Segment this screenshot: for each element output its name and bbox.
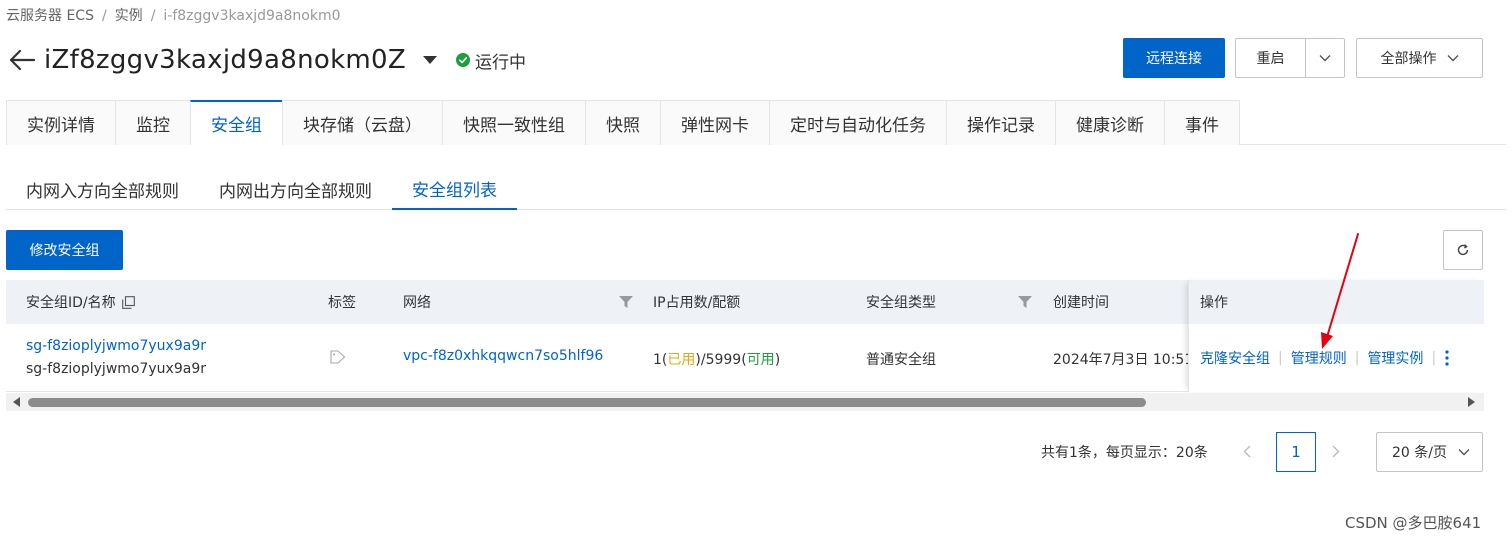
status-text: 运行中	[475, 52, 527, 73]
breadcrumb-item-ecs[interactable]: 云服务器 ECS	[6, 8, 94, 24]
subtab-security-group-list[interactable]: 安全组列表	[392, 168, 517, 210]
subtab-inbound-rules[interactable]: 内网入方向全部规则	[6, 168, 199, 210]
ip-quota-cell: 1(已用)/5999(可用)	[653, 352, 781, 368]
page-number-button[interactable]: 1	[1276, 432, 1316, 472]
network-filter-icon[interactable]	[619, 280, 633, 324]
chevron-left-icon[interactable]	[1236, 440, 1258, 462]
column-header-created: 创建时间	[1053, 295, 1109, 311]
title-row: iZf8zggv3kaxjd9a8nokm0Z 运行中	[6, 38, 526, 82]
column-header-tags: 标签	[328, 295, 356, 311]
tab-health-diagnosis[interactable]: 健康诊断	[1055, 100, 1165, 145]
tab-elastic-nics[interactable]: 弹性网卡	[660, 100, 770, 145]
ip-quota-count: 5999	[705, 352, 742, 368]
column-header-ip-quota: IP占用数/配额	[653, 295, 741, 311]
pagination-summary: 共有1条，每页显示：20条	[1041, 445, 1208, 461]
security-group-table: 安全组ID/名称 标签 网络 IP占用数/配额 安全组类型 创建时间 操作 sg…	[6, 280, 1484, 392]
scrollbar-thumb[interactable]	[28, 398, 1146, 407]
security-subtabs: 内网入方向全部规则 内网出方向全部规则 安全组列表	[6, 168, 1506, 210]
all-operations-label: 全部操作	[1380, 51, 1437, 67]
refresh-button[interactable]	[1443, 230, 1483, 270]
breadcrumb-separator: /	[101, 8, 107, 24]
all-operations-button[interactable]: 全部操作	[1356, 38, 1483, 78]
tab-snapshots[interactable]: 快照	[585, 100, 661, 145]
table-row: sg-f8zioplyjwmo7yux9a9r sg-f8zioplyjwmo7…	[6, 324, 1484, 392]
tag-icon[interactable]	[330, 350, 346, 368]
security-group-type: 普通安全组	[866, 352, 936, 368]
clone-security-group-link[interactable]: 克隆安全组	[1200, 348, 1270, 368]
tab-events[interactable]: 事件	[1164, 100, 1240, 145]
column-header-operations: 操作	[1188, 280, 1484, 324]
modify-security-group-button[interactable]: 修改安全组	[6, 230, 123, 270]
column-header-id-name: 安全组ID/名称	[26, 280, 135, 324]
tab-instance-details[interactable]: 实例详情	[6, 100, 116, 145]
refresh-icon	[1457, 244, 1469, 256]
ip-used-label: 已用	[667, 352, 696, 368]
check-circle-icon	[456, 53, 471, 67]
scroll-left-icon[interactable]	[12, 397, 22, 407]
manage-instances-link[interactable]: 管理实例	[1367, 348, 1423, 368]
column-header-label: 安全组ID/名称	[26, 295, 116, 311]
table-header: 安全组ID/名称 标签 网络 IP占用数/配额 安全组类型 创建时间 操作	[6, 280, 1484, 324]
page-title: iZf8zggv3kaxjd9a8nokm0Z	[44, 45, 407, 75]
column-header-type: 安全组类型	[866, 295, 936, 311]
more-actions-icon[interactable]	[1444, 350, 1450, 366]
breadcrumb-item-instances[interactable]: 实例	[115, 8, 143, 24]
tab-block-storage[interactable]: 块存储（云盘）	[282, 100, 443, 145]
subtab-outbound-rules[interactable]: 内网出方向全部规则	[199, 168, 392, 210]
ip-available-label: 可用	[746, 352, 775, 368]
tab-snapshot-consistency-groups[interactable]: 快照一致性组	[442, 100, 586, 145]
type-filter-icon[interactable]	[1018, 280, 1032, 324]
remote-connect-button[interactable]: 远程连接	[1123, 38, 1225, 78]
copy-icon[interactable]	[121, 295, 135, 309]
created-time: 2024年7月3日 10:51:	[1053, 352, 1188, 368]
chevron-right-icon[interactable]	[1325, 440, 1347, 462]
breadcrumb-item-current: i-f8zggv3kaxjd9a8nokm0	[163, 8, 341, 24]
tab-scheduled-tasks[interactable]: 定时与自动化任务	[769, 100, 947, 145]
column-header-network: 网络	[403, 295, 431, 311]
back-arrow-icon[interactable]	[6, 44, 38, 76]
scroll-right-icon[interactable]	[1466, 397, 1476, 407]
ip-used-count: 1	[653, 352, 662, 368]
instance-tabs: 实例详情 监控 安全组 块存储（云盘） 快照一致性组 快照 弹性网卡 定时与自动…	[6, 100, 1506, 145]
chevron-down-icon	[1458, 449, 1470, 456]
chevron-down-icon	[1319, 55, 1331, 62]
watermark: CSDN @多巴胺641	[1345, 514, 1482, 532]
restart-button[interactable]: 重启	[1235, 38, 1306, 78]
status-badge: 运行中	[456, 48, 526, 73]
restart-dropdown-button[interactable]	[1305, 38, 1345, 78]
page-size-select[interactable]: 20 条/页	[1376, 432, 1483, 472]
security-group-name: sg-f8zioplyjwmo7yux9a9r	[26, 361, 206, 377]
security-group-id-link[interactable]: sg-f8zioplyjwmo7yux9a9r	[26, 338, 206, 354]
chevron-down-icon	[1447, 55, 1458, 62]
tab-operation-logs[interactable]: 操作记录	[946, 100, 1056, 145]
vpc-link[interactable]: vpc-f8z0xhkqqwcn7so5hlf96	[403, 348, 603, 364]
tab-security-groups[interactable]: 安全组	[190, 100, 283, 145]
operations-cell: 克隆安全组 | 管理规则 | 管理实例 |	[1188, 324, 1484, 392]
breadcrumb-separator: /	[150, 8, 156, 24]
tab-monitoring[interactable]: 监控	[115, 100, 191, 145]
caret-down-icon[interactable]	[420, 50, 440, 70]
horizontal-scrollbar[interactable]	[6, 393, 1484, 411]
page-size-value: 20 条/页	[1392, 445, 1447, 461]
manage-rules-link[interactable]: 管理规则	[1291, 348, 1347, 368]
breadcrumb: 云服务器 ECS / 实例 / i-f8zggv3kaxjd9a8nokm0	[6, 5, 340, 25]
